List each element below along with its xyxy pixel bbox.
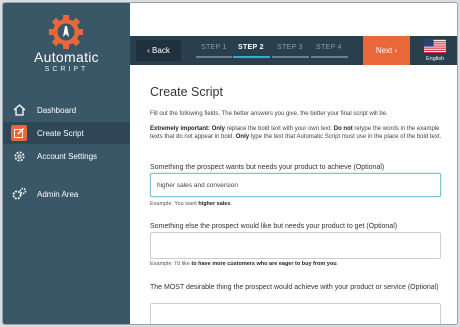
step-3: STEP 3 (277, 44, 303, 51)
next-button[interactable]: Next › (363, 36, 410, 65)
sidebar-item-label: Dashboard (37, 105, 77, 115)
question-2-example: Example: I'd like to have more customers… (150, 261, 339, 267)
sidebar-item-label: Account Settings (37, 151, 98, 161)
app-window: Automatic SCRIPT Dashboard Create Script… (2, 2, 458, 325)
main-content: Create Script Fill out the following fie… (130, 65, 457, 324)
step-2: STEP 2 (238, 44, 264, 51)
us-flag-icon (424, 39, 446, 53)
logo-subtitle: SCRIPT (44, 66, 89, 73)
gear-logo-icon (49, 15, 83, 49)
step-bar: ‹ Back STEP 1 STEP 2 STEP 3 STEP 4 Next … (130, 36, 457, 65)
step-2-progress (233, 56, 270, 58)
logo[interactable]: Automatic SCRIPT (3, 3, 130, 93)
question-1-label: Something the prospect wants but needs y… (150, 164, 385, 171)
language-selector[interactable]: English (415, 38, 455, 64)
sidebar: Automatic SCRIPT Dashboard Create Script… (3, 3, 130, 324)
step-4: STEP 4 (316, 44, 342, 51)
question-1-example: Example: You want higher sales. (150, 201, 232, 207)
gear-icon (11, 148, 27, 164)
home-icon (11, 102, 27, 118)
question-3-input[interactable] (150, 303, 441, 324)
question-1-input[interactable] (150, 173, 441, 197)
step-1: STEP 1 (201, 44, 227, 51)
back-button[interactable]: ‹ Back (136, 40, 181, 61)
sidebar-item-create-script[interactable]: Create Script (3, 122, 130, 144)
logo-title: Automatic (34, 49, 99, 65)
language-label: English (425, 56, 445, 62)
step-3-progress (272, 56, 309, 58)
sidebar-item-account-settings[interactable]: Account Settings (3, 145, 130, 167)
edit-icon (11, 125, 27, 141)
important-note: Extremely important: Only replace the bo… (150, 126, 442, 140)
gears-icon (11, 186, 27, 202)
intro-text: Fill out the following fields. The bette… (150, 111, 388, 117)
sidebar-item-label: Create Script (37, 128, 84, 138)
sidebar-item-label: Admin Area (37, 189, 79, 199)
top-header (130, 3, 457, 36)
sidebar-item-dashboard[interactable]: Dashboard (3, 99, 130, 121)
sidebar-item-admin-area[interactable]: Admin Area (3, 183, 130, 205)
question-2-input[interactable] (150, 232, 441, 259)
step-1-progress (196, 56, 232, 58)
question-2-label: Something else the prospect would like b… (150, 223, 398, 230)
page-title: Create Script (150, 85, 223, 99)
step-4-progress (311, 56, 348, 58)
question-3-label: The MOST desirable thing the prospect wo… (150, 284, 439, 291)
